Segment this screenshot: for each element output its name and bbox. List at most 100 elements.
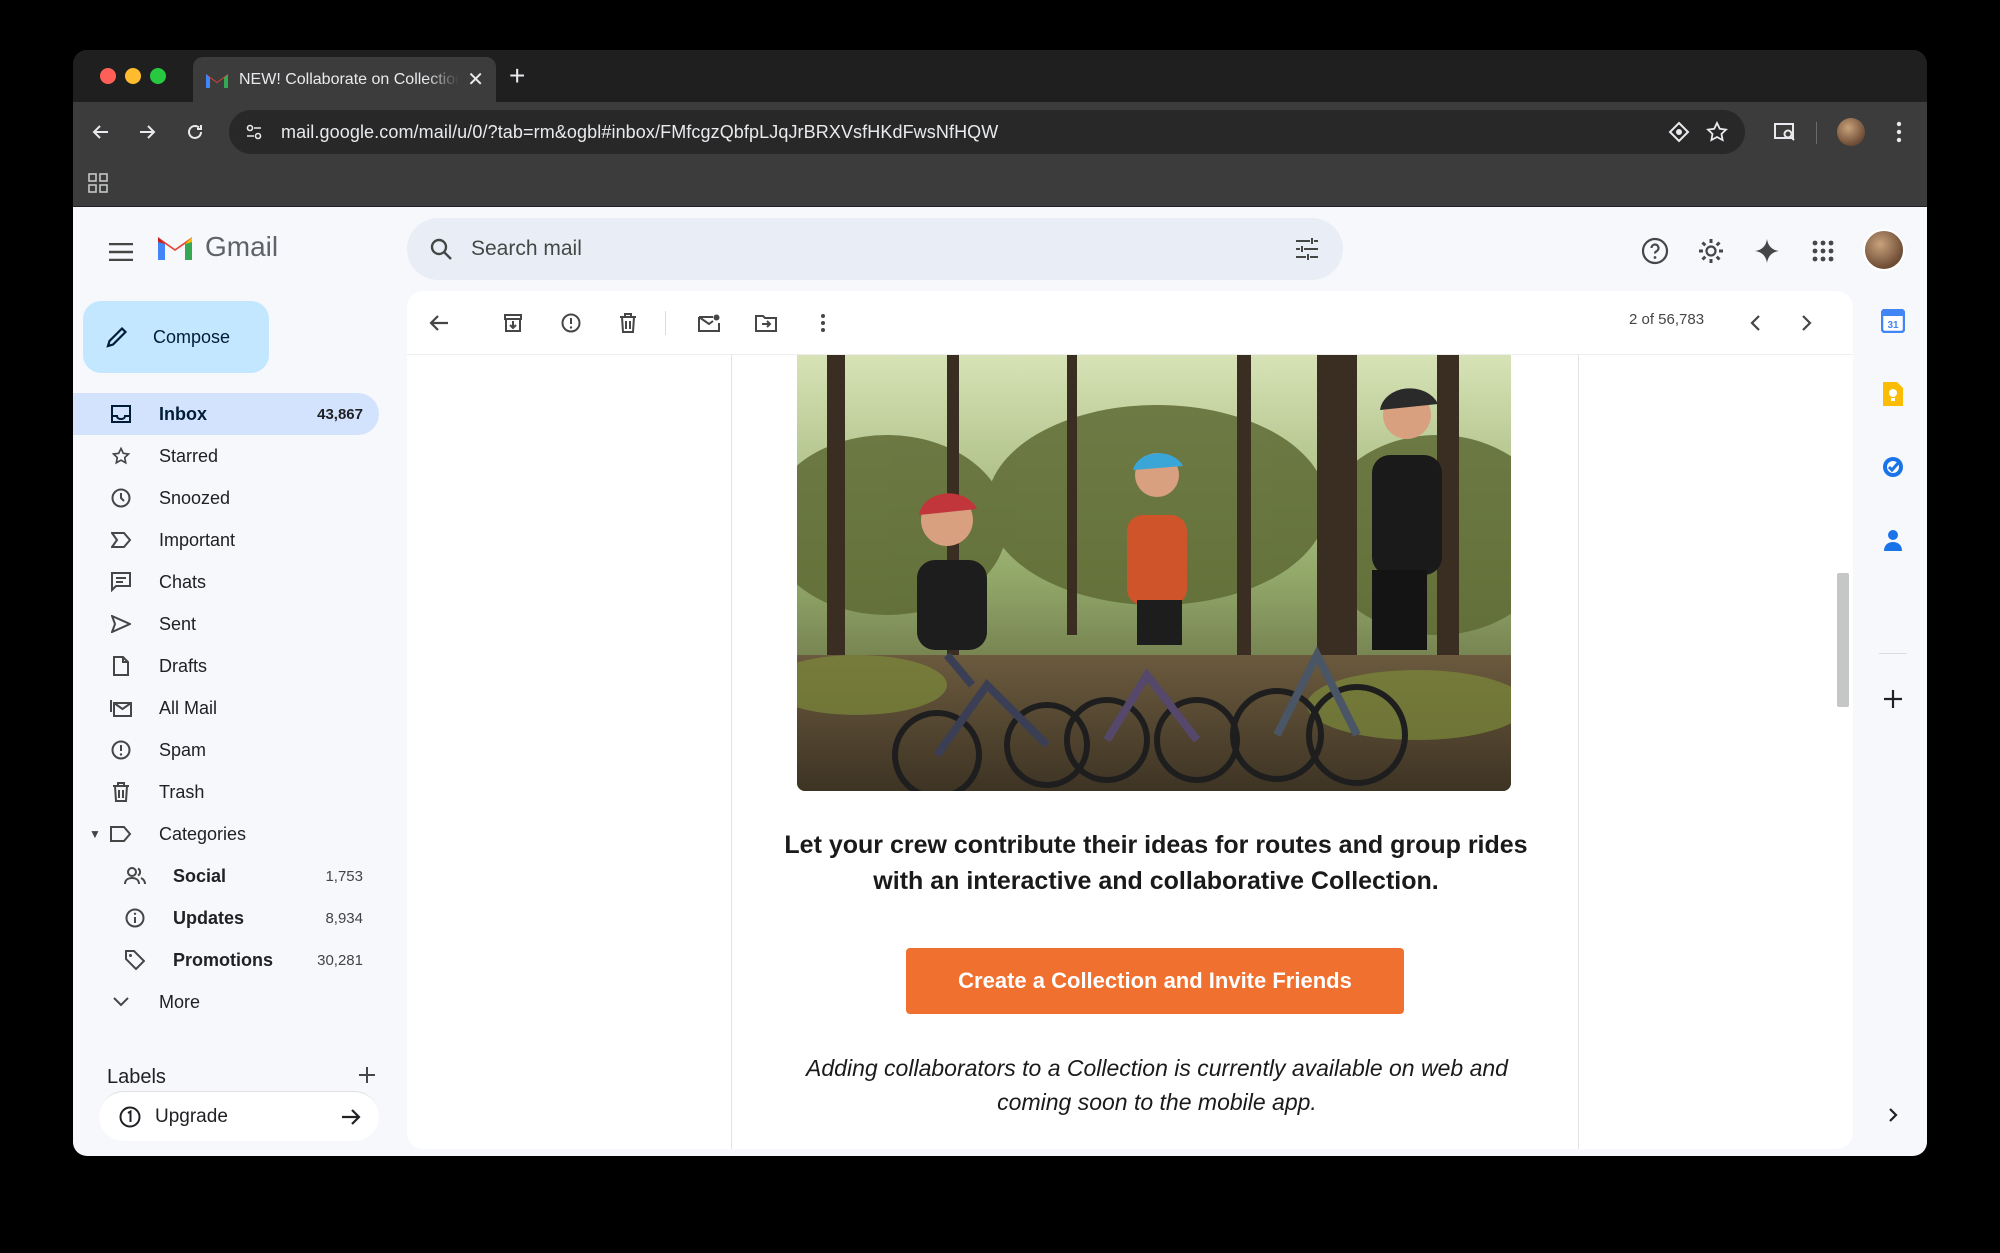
sidebar-item-more[interactable]: More — [73, 981, 379, 1023]
browser-menu-icon[interactable] — [1881, 114, 1917, 150]
main-menu-icon[interactable] — [101, 232, 141, 272]
all-mail-icon — [109, 696, 133, 720]
get-addons-plus-icon[interactable] — [1873, 679, 1913, 719]
reload-icon[interactable] — [177, 114, 213, 150]
calendar-icon[interactable]: 31 — [1873, 301, 1913, 341]
keep-icon[interactable] — [1873, 374, 1913, 414]
gmail-favicon-icon — [206, 73, 228, 88]
message-body: Let your crew contribute their ideas for… — [407, 355, 1853, 1149]
scrollbar-thumb[interactable] — [1837, 573, 1849, 707]
address-bar[interactable]: mail.google.com/mail/u/0/?tab=rm&ogbl#in… — [229, 110, 1745, 154]
mark-unread-icon[interactable] — [691, 305, 727, 341]
spam-icon — [109, 738, 133, 762]
bookmark-star-icon[interactable] — [1705, 120, 1729, 144]
add-label-icon[interactable] — [357, 1065, 377, 1090]
close-window-button[interactable] — [100, 68, 116, 84]
minimize-window-button[interactable] — [125, 68, 141, 84]
sidebar-item-spam[interactable]: Spam — [73, 729, 379, 771]
sidebar-item-social[interactable]: Social 1,753 — [73, 855, 379, 897]
tasks-icon[interactable] — [1873, 447, 1913, 487]
report-spam-icon[interactable] — [553, 305, 589, 341]
older-message-icon[interactable] — [1789, 305, 1825, 341]
tab-close-icon[interactable]: ✕ — [467, 67, 484, 92]
compose-label: Compose — [153, 326, 231, 347]
sidebar-item-trash[interactable]: Trash — [73, 771, 379, 813]
maximize-window-button[interactable] — [150, 68, 166, 84]
sidebar-item-snoozed[interactable]: Snoozed — [73, 477, 379, 519]
caret-down-icon[interactable]: ▼ — [89, 827, 101, 841]
cta-label: Create a Collection and Invite Friends — [958, 968, 1352, 993]
google-apps-icon[interactable] — [1803, 231, 1843, 271]
category-count: 30,281 — [317, 951, 363, 969]
back-to-inbox-icon[interactable] — [421, 305, 457, 341]
sidebar-item-categories[interactable]: ▼ Categories — [73, 813, 379, 855]
sidebar-item-label: Important — [159, 529, 236, 550]
archive-icon[interactable] — [495, 305, 531, 341]
account-avatar[interactable] — [1863, 229, 1905, 271]
sidebar-item-label: Snoozed — [159, 487, 231, 508]
search-options-icon[interactable] — [1289, 231, 1325, 267]
search-icon[interactable] — [423, 231, 459, 267]
search-input[interactable]: Search mail — [471, 237, 1289, 261]
expand-panel-chevron-icon[interactable] — [1873, 1095, 1913, 1135]
gmail-logo-icon — [158, 237, 192, 260]
gmail-logo-text: Gmail — [205, 231, 279, 262]
create-collection-button[interactable]: Create a Collection and Invite Friends — [906, 948, 1404, 1014]
forward-icon[interactable] — [129, 114, 165, 150]
arrow-right-icon — [342, 1108, 361, 1125]
trash-icon — [109, 780, 133, 804]
svg-text:31: 31 — [1887, 320, 1899, 331]
upgrade-info-icon — [119, 1106, 141, 1127]
back-icon[interactable] — [83, 114, 119, 150]
people-icon — [123, 864, 147, 888]
sidebar-item-inbox[interactable]: Inbox 43,867 — [73, 393, 379, 435]
sidebar-item-starred[interactable]: Starred — [73, 435, 379, 477]
draft-file-icon — [109, 654, 133, 678]
tag-icon — [123, 948, 147, 972]
contacts-icon[interactable] — [1873, 520, 1913, 560]
pencil-icon — [106, 326, 128, 348]
message-toolbar: 2 of 56,783 — [407, 291, 1853, 355]
profile-avatar[interactable] — [1833, 114, 1869, 150]
url-text: mail.google.com/mail/u/0/?tab=rm&ogbl#in… — [281, 121, 999, 142]
settings-gear-icon[interactable] — [1691, 231, 1731, 271]
site-info-icon[interactable] — [237, 115, 271, 149]
sidebar-item-chats[interactable]: Chats — [73, 561, 379, 603]
sidebar-item-drafts[interactable]: Drafts — [73, 645, 379, 687]
compose-button[interactable]: Compose — [83, 301, 269, 373]
move-to-icon[interactable] — [748, 305, 784, 341]
sidebar-item-label: All Mail — [159, 697, 218, 718]
info-icon — [123, 906, 147, 930]
support-icon[interactable] — [1635, 231, 1675, 271]
send-icon — [109, 612, 133, 636]
sidebar-item-sent[interactable]: Sent — [73, 603, 379, 645]
browser-tab[interactable]: NEW! Collaborate on Collections ✕ — [193, 57, 496, 102]
email-content: Let your crew contribute their ideas for… — [731, 355, 1579, 1149]
more-options-icon[interactable] — [805, 305, 841, 341]
gmail-logo[interactable]: Gmail — [155, 231, 278, 263]
toolbar-divider — [1816, 122, 1817, 144]
sidebar-item-promotions[interactable]: Promotions 30,281 — [73, 939, 379, 981]
browser-toolbar: mail.google.com/mail/u/0/?tab=rm&ogbl#in… — [73, 102, 1927, 162]
upgrade-label: Upgrade — [155, 1105, 228, 1127]
gemini-sparkle-icon[interactable] — [1747, 231, 1787, 271]
sidebar-item-updates[interactable]: Updates 8,934 — [73, 897, 379, 939]
message-scrollbar[interactable] — [1833, 291, 1853, 1149]
delete-icon[interactable] — [610, 305, 646, 341]
apps-grid-icon[interactable] — [87, 172, 109, 199]
new-tab-button[interactable]: + — [509, 60, 525, 92]
tab-search-icon[interactable] — [1767, 114, 1803, 150]
lens-icon[interactable] — [1667, 120, 1691, 144]
sidebar-item-label: Spam — [159, 739, 207, 760]
search-bar[interactable]: Search mail — [407, 218, 1343, 280]
clock-icon — [109, 486, 133, 510]
message-pane: 2 of 56,783 Let your crew contribute the… — [407, 291, 1853, 1149]
chat-icon — [109, 570, 133, 594]
sidebar-item-all-mail[interactable]: All Mail — [73, 687, 379, 729]
newer-message-icon[interactable] — [1737, 305, 1773, 341]
sidebar-item-important[interactable]: Important — [73, 519, 379, 561]
sidebar-nav: Inbox 43,867 Starred Snoozed Important C… — [73, 393, 393, 1023]
category-count: 1,753 — [325, 867, 363, 885]
sidebar-item-label: Trash — [159, 781, 205, 802]
upgrade-button[interactable]: Upgrade — [99, 1091, 379, 1141]
